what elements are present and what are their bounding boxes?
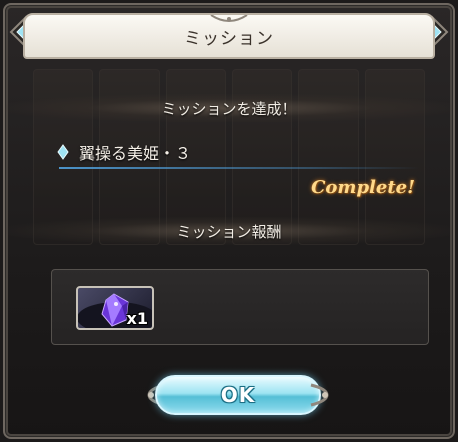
ok-button[interactable]: OK bbox=[155, 375, 321, 415]
mission-name: 翼操る美姫・３ bbox=[79, 144, 192, 163]
mission-row: 翼操る美姫・３ bbox=[57, 140, 191, 164]
achieved-heading: ミッションを達成！ bbox=[161, 99, 297, 118]
reward-box: x1 bbox=[51, 269, 429, 345]
achieved-heading-band: ミッションを達成！ bbox=[5, 94, 453, 122]
reward-item[interactable]: x1 bbox=[76, 286, 154, 330]
reward-quantity: x1 bbox=[126, 309, 148, 328]
complete-label: Complete! bbox=[311, 177, 415, 198]
title-ornament-icon bbox=[210, 15, 248, 22]
button-ornament-icon bbox=[310, 383, 329, 407]
mission-dialog: ミッション ミッションを達成！ 翼操る美姫・３ Complete! ミッション報… bbox=[3, 3, 455, 439]
reward-heading-band: ミッション報酬 bbox=[5, 217, 453, 245]
ok-button-label: OK bbox=[220, 383, 256, 407]
mission-underline bbox=[59, 167, 419, 169]
dialog-title: ミッション bbox=[184, 28, 274, 49]
title-bar: ミッション bbox=[23, 13, 435, 59]
ok-button-frame: OK bbox=[145, 369, 331, 421]
diamond-bullet-icon bbox=[57, 144, 69, 160]
reward-heading: ミッション報酬 bbox=[176, 222, 282, 241]
